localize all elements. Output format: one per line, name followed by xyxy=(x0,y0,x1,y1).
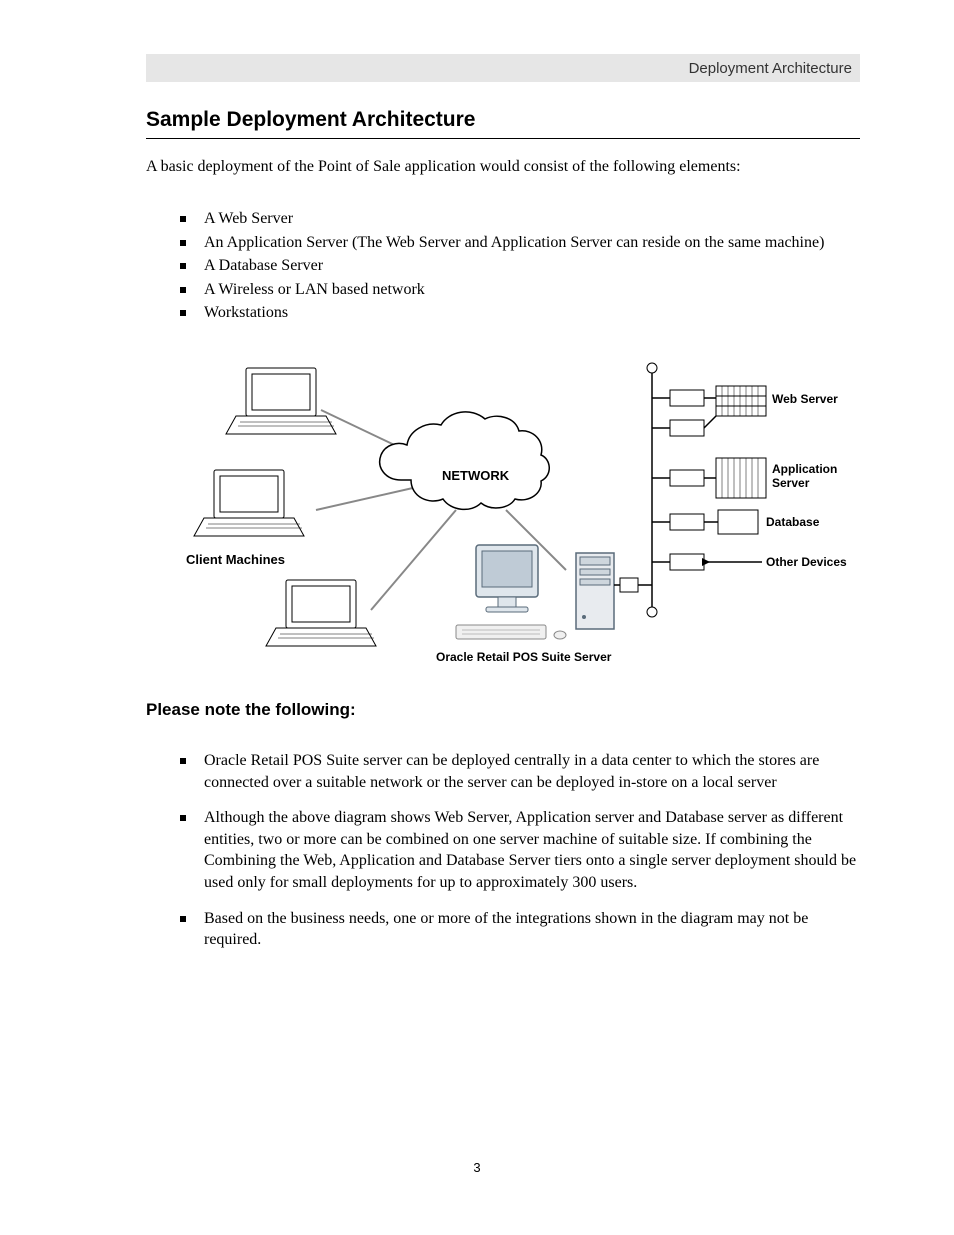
workstation-icon xyxy=(456,545,614,639)
running-header: Deployment Architecture xyxy=(146,54,860,82)
section-divider xyxy=(146,138,860,139)
app-server-rack xyxy=(652,458,766,498)
bullet-icon xyxy=(180,263,186,269)
list-item: Although the above diagram shows Web Ser… xyxy=(146,807,860,893)
list-item: A Database Server xyxy=(146,255,860,277)
running-header-text: Deployment Architecture xyxy=(689,60,852,77)
list-item-text: Oracle Retail POS Suite server can be de… xyxy=(204,750,860,793)
list-item: Oracle Retail POS Suite server can be de… xyxy=(146,750,860,793)
list-item-text: A Wireless or LAN based network xyxy=(204,279,860,301)
cloud-icon xyxy=(380,412,550,510)
server-label: Oracle Retail POS Suite Server xyxy=(436,650,611,664)
laptop-icon xyxy=(194,470,304,536)
section-title: Sample Deployment Architecture xyxy=(146,108,475,132)
other-devices-label: Other Devices xyxy=(766,555,847,569)
list-item-text: Although the above diagram shows Web Ser… xyxy=(204,807,860,893)
list-item-text: A Database Server xyxy=(204,255,860,277)
other-devices-node xyxy=(652,554,762,570)
app-server-label: Application Server xyxy=(772,462,852,490)
notes-heading: Please note the following: xyxy=(146,700,860,720)
list-item-text: An Application Server (The Web Server an… xyxy=(204,232,860,254)
bullet-icon xyxy=(180,240,186,246)
laptop-icon xyxy=(226,368,336,434)
list-item: Workstations xyxy=(146,302,860,324)
list-item-text: Workstations xyxy=(204,302,860,324)
database-label: Database xyxy=(766,515,819,529)
intro-paragraph: A basic deployment of the Point of Sale … xyxy=(146,156,860,178)
web-server-label: Web Server xyxy=(772,392,838,406)
list-item-text: Based on the business needs, one or more… xyxy=(204,908,860,951)
laptop-icon xyxy=(266,580,376,646)
list-item: A Wireless or LAN based network xyxy=(146,279,860,301)
bullet-icon xyxy=(180,287,186,293)
hardware-list: A Web Server An Application Server (The … xyxy=(146,208,860,326)
bullet-icon xyxy=(180,216,186,222)
list-item-text: A Web Server xyxy=(204,208,860,230)
database-node xyxy=(652,510,758,534)
list-item: A Web Server xyxy=(146,208,860,230)
web-server-rack xyxy=(652,386,766,436)
list-item: Based on the business needs, one or more… xyxy=(146,908,860,951)
bullet-icon xyxy=(180,815,186,821)
bullet-icon xyxy=(180,758,186,764)
notes-list: Oracle Retail POS Suite server can be de… xyxy=(146,750,860,965)
list-item: An Application Server (The Web Server an… xyxy=(146,232,860,254)
bullet-icon xyxy=(180,310,186,316)
page-number: 3 xyxy=(0,1160,954,1175)
bullet-icon xyxy=(180,916,186,922)
client-machines-label: Client Machines xyxy=(186,552,285,567)
architecture-diagram: NETWORK Client Machines Oracle Retail PO… xyxy=(146,350,860,670)
diagram-svg xyxy=(146,350,860,670)
cloud-label: NETWORK xyxy=(442,468,509,483)
